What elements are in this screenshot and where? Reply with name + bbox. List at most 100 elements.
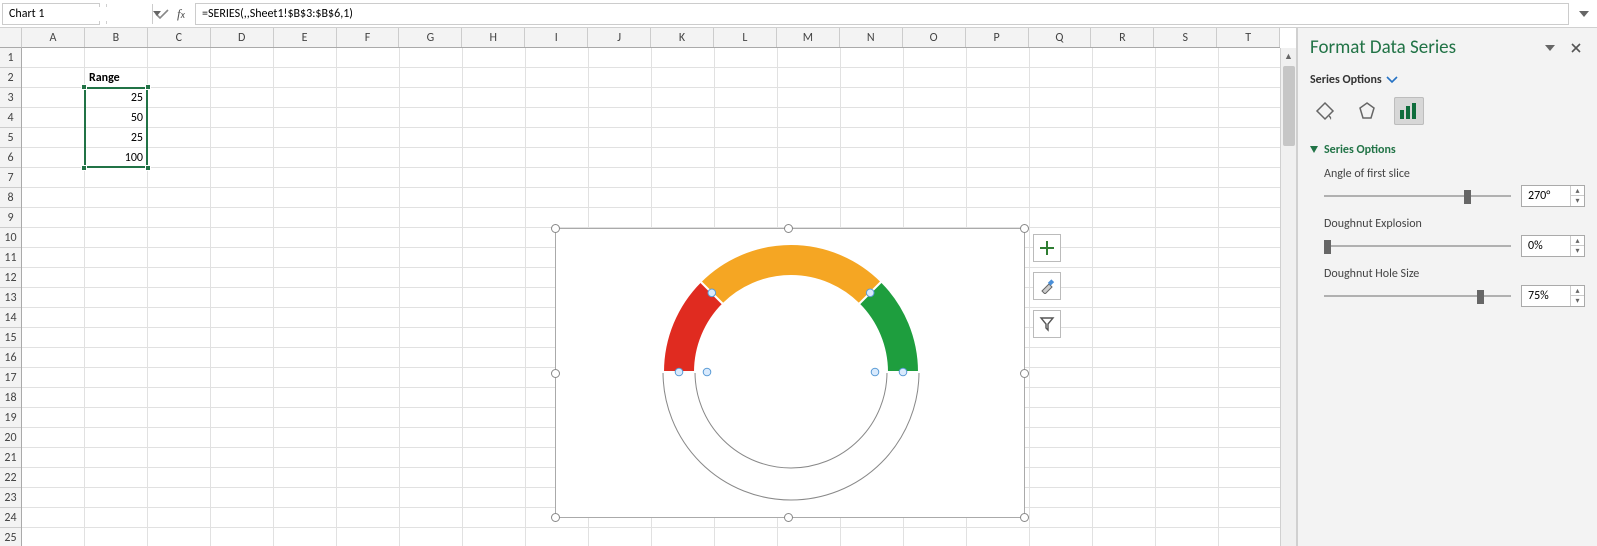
row-header[interactable]: 19 [0, 408, 21, 428]
scroll-thumb[interactable] [1283, 66, 1295, 146]
format-task-pane: Format Data Series Series Options [1297, 28, 1597, 546]
column-header[interactable]: F [337, 28, 400, 47]
explosion-slider[interactable] [1324, 238, 1511, 254]
row-header[interactable]: 14 [0, 308, 21, 328]
column-header[interactable]: J [588, 28, 651, 47]
name-box-input[interactable] [3, 7, 152, 21]
column-header[interactable]: L [714, 28, 777, 47]
row-header[interactable]: 7 [0, 168, 21, 188]
row-header[interactable]: 20 [0, 428, 21, 448]
spreadsheet-grid[interactable]: ABCDEFGHIJKLMNOPQRST 1234567891011121314… [0, 28, 1297, 546]
row-header[interactable]: 16 [0, 348, 21, 368]
spin-up[interactable]: ▴ [1570, 236, 1584, 246]
row-header[interactable]: 15 [0, 328, 21, 348]
resize-handle[interactable] [1020, 369, 1029, 378]
row-header[interactable]: 13 [0, 288, 21, 308]
row-header[interactable]: 23 [0, 488, 21, 508]
selection-handle[interactable] [81, 84, 87, 90]
hole-input-field[interactable] [1522, 289, 1570, 303]
resize-handle[interactable] [551, 224, 560, 233]
collapse-icon[interactable] [1310, 146, 1318, 154]
hole-input[interactable]: ▴▾ [1521, 285, 1585, 307]
vertical-scrollbar[interactable]: ▲ [1280, 48, 1296, 546]
row-header[interactable]: 12 [0, 268, 21, 288]
chart-styles-button[interactable] [1033, 272, 1061, 300]
column-header[interactable]: M [777, 28, 840, 47]
spin-up[interactable]: ▴ [1570, 186, 1584, 196]
row-header[interactable]: 4 [0, 108, 21, 128]
scroll-up-button[interactable]: ▲ [1281, 48, 1296, 64]
series-options-tab[interactable] [1394, 97, 1424, 125]
column-header[interactable]: H [462, 28, 525, 47]
explosion-input[interactable]: ▴▾ [1521, 235, 1585, 257]
resize-handle[interactable] [551, 369, 560, 378]
spin-up[interactable]: ▴ [1570, 286, 1584, 296]
column-header[interactable]: D [211, 28, 274, 47]
column-header[interactable]: R [1091, 28, 1154, 47]
row-header[interactable]: 11 [0, 248, 21, 268]
spin-down[interactable]: ▾ [1570, 296, 1584, 306]
column-header[interactable]: N [840, 28, 903, 47]
spin-down[interactable]: ▾ [1570, 196, 1584, 206]
column-header[interactable]: G [399, 28, 462, 47]
effects-tab[interactable] [1352, 97, 1382, 125]
pane-close-button[interactable] [1567, 39, 1585, 57]
row-headers[interactable]: 1234567891011121314151617181920212223242… [0, 48, 22, 546]
column-header[interactable]: S [1154, 28, 1217, 47]
row-header[interactable]: 6 [0, 148, 21, 168]
column-header[interactable]: A [22, 28, 85, 47]
column-header[interactable]: K [651, 28, 714, 47]
resize-handle[interactable] [551, 513, 560, 522]
resize-handle[interactable] [784, 513, 793, 522]
column-header[interactable]: T [1217, 28, 1280, 47]
column-header[interactable]: B [85, 28, 148, 47]
row-header[interactable]: 24 [0, 508, 21, 528]
row-header[interactable]: 17 [0, 368, 21, 388]
fx-icon[interactable]: fx [173, 6, 189, 22]
chart-object[interactable] [555, 228, 1025, 518]
column-header[interactable]: P [966, 28, 1029, 47]
angle-slider[interactable] [1324, 188, 1511, 204]
select-all-corner[interactable] [0, 28, 22, 48]
explosion-input-field[interactable] [1522, 239, 1570, 253]
row-header[interactable]: 3 [0, 88, 21, 108]
name-box[interactable] [2, 3, 100, 25]
chevron-down-icon[interactable] [1386, 75, 1398, 85]
row-header[interactable]: 10 [0, 228, 21, 248]
column-header[interactable]: Q [1029, 28, 1092, 47]
column-headers[interactable]: ABCDEFGHIJKLMNOPQRST [22, 28, 1280, 48]
row-header[interactable]: 2 [0, 68, 21, 88]
row-header[interactable]: 21 [0, 448, 21, 468]
angle-input[interactable]: ▴▾ [1521, 185, 1585, 207]
row-header[interactable]: 1 [0, 48, 21, 68]
hole-slider[interactable] [1324, 288, 1511, 304]
chart-elements-button[interactable] [1033, 234, 1061, 262]
chart-filters-button[interactable] [1033, 310, 1061, 338]
selection-handle[interactable] [145, 84, 151, 90]
column-header[interactable]: O [903, 28, 966, 47]
formula-input[interactable] [195, 3, 1569, 25]
column-header[interactable]: I [525, 28, 588, 47]
angle-input-field[interactable] [1522, 189, 1570, 203]
expand-formula-bar-button[interactable] [1575, 3, 1593, 25]
row-header[interactable]: 8 [0, 188, 21, 208]
explosion-label: Doughnut Explosion [1310, 217, 1585, 231]
resize-handle[interactable] [784, 224, 793, 233]
selection-handle[interactable] [81, 165, 87, 171]
column-header[interactable]: E [274, 28, 337, 47]
spin-down[interactable]: ▾ [1570, 246, 1584, 256]
resize-handle[interactable] [1020, 224, 1029, 233]
column-header[interactable]: C [148, 28, 211, 47]
name-box-dropdown[interactable] [152, 4, 161, 24]
resize-handle[interactable] [1020, 513, 1029, 522]
cell-B2[interactable]: Range [85, 68, 148, 88]
row-header[interactable]: 5 [0, 128, 21, 148]
fill-line-tab[interactable] [1310, 97, 1340, 125]
pane-options-button[interactable] [1541, 39, 1559, 57]
row-header[interactable]: 25 [0, 528, 21, 546]
doughnut-chart[interactable] [656, 237, 926, 507]
row-header[interactable]: 22 [0, 468, 21, 488]
row-header[interactable]: 9 [0, 208, 21, 228]
row-header[interactable]: 18 [0, 388, 21, 408]
selection-handle[interactable] [145, 165, 151, 171]
